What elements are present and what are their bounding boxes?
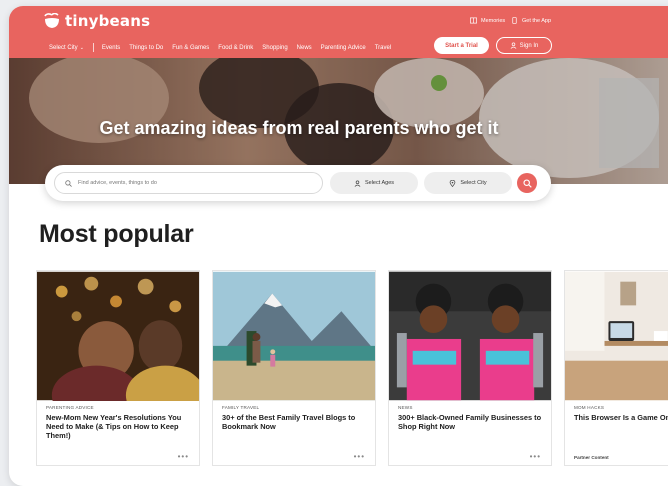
article-card[interactable]: NEWS 300+ Black-Owned Family Businesses … [388,270,552,466]
card-title[interactable]: This Browser Is a Game Online Shopping [574,413,668,422]
card-image-two-girls [389,271,551,401]
phone-icon [512,17,517,24]
hero-title: Get amazing ideas from real parents who … [99,118,499,138]
partner-content-label: Partner Content [574,455,609,460]
nav-shopping[interactable]: Shopping [262,45,287,51]
article-card[interactable]: PARENTING ADVICE New-Mom New Year's Reso… [36,270,200,466]
nav-things-to-do[interactable]: Things to Do [129,45,163,51]
get-app-link[interactable]: Get the App [511,17,551,24]
more-options-icon[interactable]: ••• [530,452,541,461]
select-ages-button[interactable]: Select Ages [330,172,418,194]
card-category: MOM HACKS [574,405,605,410]
select-ages-label: Select Ages [364,180,395,186]
card-title[interactable]: 300+ Black-Owned Family Businesses to Sh… [398,413,546,431]
get-app-label: Get the App [522,17,552,24]
nav-food-drink[interactable]: Food & Drink [218,45,253,51]
memories-label: Memories [481,17,506,24]
site-header: tinybeans Memories Get the App Select Ci… [9,6,668,58]
nav-parenting-advice[interactable]: Parenting Advice [321,45,366,51]
main-nav: Select City ⌄ Events Things to Do Fun & … [49,43,400,52]
browser-frame: tinybeans Memories Get the App Select Ci… [9,6,668,486]
card-image-home-office [565,271,668,401]
nav-travel[interactable]: Travel [375,45,391,51]
brand-name: tinybeans [65,12,151,30]
select-city-dropdown[interactable]: Select City ⌄ [49,45,84,51]
card-category: PARENTING ADVICE [46,405,94,410]
chevron-down-icon: ⌄ [79,44,84,51]
article-card[interactable]: MOM HACKS This Browser Is a Game Online … [564,270,668,466]
location-pin-icon [450,179,456,187]
sign-in-label: Sign In [519,42,539,49]
select-city-label: Select City [49,44,78,51]
more-options-icon[interactable]: ••• [178,452,189,461]
card-category: NEWS [398,405,413,410]
card-title[interactable]: 30+ of the Best Family Travel Blogs to B… [222,413,370,431]
book-icon [470,17,477,24]
memories-link[interactable]: Memories [470,17,505,24]
select-city-pill-label: Select City [460,180,487,186]
search-submit-button[interactable] [517,173,537,193]
nav-fun-games[interactable]: Fun & Games [172,45,209,51]
person-icon [354,180,361,187]
select-city-button[interactable]: Select City [424,172,512,194]
card-category: FAMILY TRAVEL [222,405,260,410]
more-options-icon[interactable]: ••• [354,452,365,461]
start-trial-button[interactable]: Start a Trial [434,37,489,54]
search-icon [65,179,72,187]
nav-divider [92,43,94,52]
sign-in-button[interactable]: Sign In [496,37,552,54]
card-image-mother-child [37,271,199,401]
card-image-mountain-lake [213,271,375,401]
nav-events[interactable]: Events [102,45,120,51]
search-bar: Find advice, events, things to do Select… [45,165,551,201]
logo[interactable]: tinybeans [43,12,150,30]
card-title[interactable]: New-Mom New Year's Resolutions You Need … [46,413,194,440]
search-input[interactable]: Find advice, events, things to do [54,172,323,194]
search-icon [522,178,532,188]
cherry-logo-icon [44,13,59,28]
nav-news[interactable]: News [297,45,312,51]
most-popular-heading: Most popular [39,220,194,248]
user-icon [510,42,517,49]
article-card[interactable]: FAMILY TRAVEL 30+ of the Best Family Tra… [212,270,376,466]
search-placeholder: Find advice, events, things to do [78,180,157,186]
